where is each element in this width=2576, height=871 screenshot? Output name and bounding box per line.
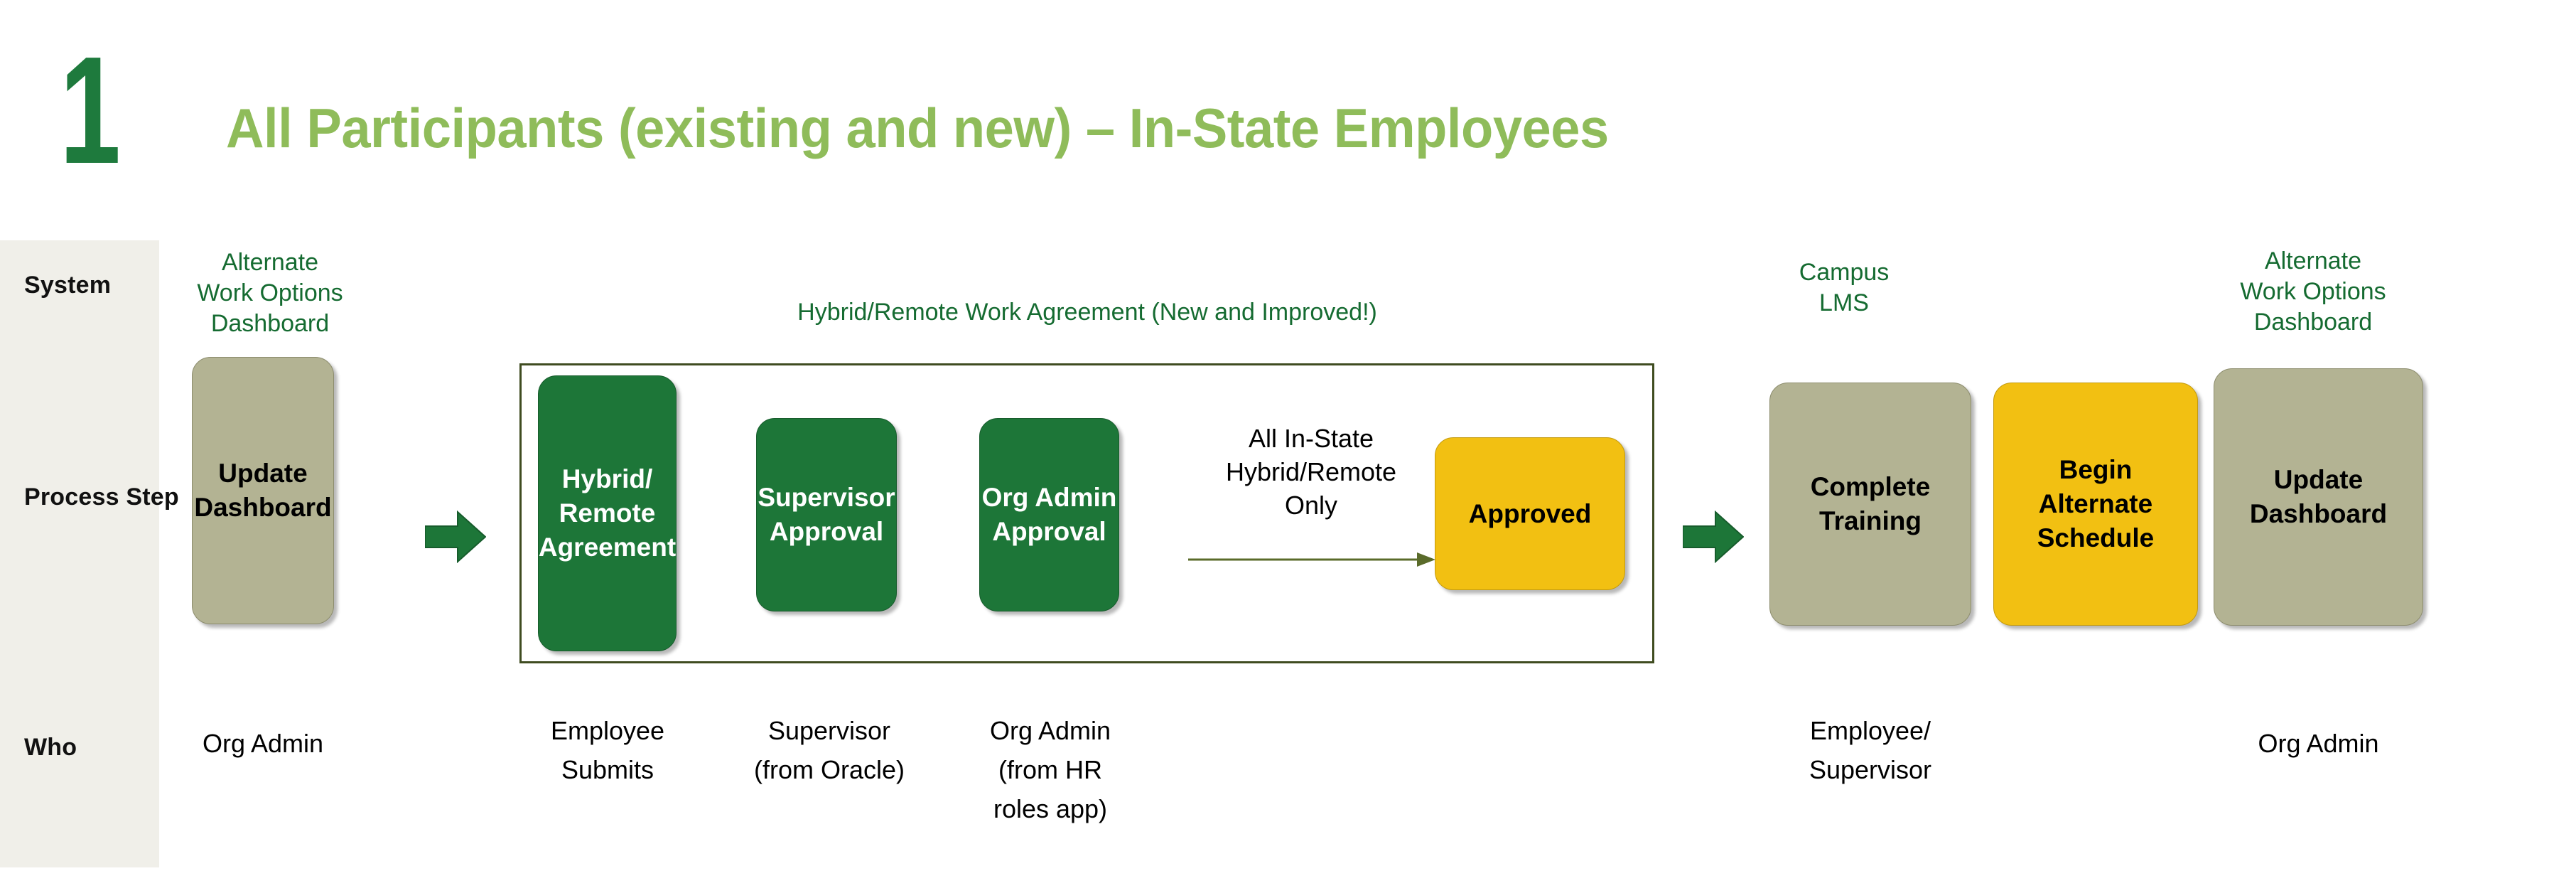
flow-arrow-right-icon-2 — [1683, 511, 1744, 563]
system-caption-campus-lms: Campus LMS — [1799, 259, 1890, 316]
process-box-approved[interactable]: Approved — [1435, 437, 1625, 590]
who-label-org-admin-from-hr-roles-app: Org Admin (from HR roles app) — [989, 716, 1111, 823]
condition-connector-arrow-icon — [1188, 551, 1435, 568]
condition-label-all-in-state-hybrid-remote-only: All In-State Hybrid/Remote Only — [1225, 424, 1397, 520]
flow-arrow-right-icon-1 — [425, 511, 486, 563]
who-label-org-admin-start: Org Admin — [202, 729, 324, 758]
who-label-org-admin-end: Org Admin — [2258, 729, 2379, 758]
process-box-org-admin-approval[interactable]: Org Admin Approval — [979, 418, 1119, 611]
rail-label-system: System — [24, 272, 112, 299]
who-label-supervisor-from-oracle: Supervisor (from Oracle) — [753, 716, 905, 784]
process-box-update-dashboard-end[interactable]: Update Dashboard — [2214, 368, 2423, 626]
process-box-complete-training[interactable]: Complete Training — [1769, 383, 1971, 626]
rail-label-process-step: Process Step — [24, 483, 179, 511]
row-label-rail — [0, 240, 159, 867]
who-label-employee-submits: Employee Submits — [550, 716, 665, 784]
step-number: 1 — [59, 24, 121, 196]
page-title: All Participants (existing and new) – In… — [226, 97, 1609, 159]
process-box-begin-alternate-schedule[interactable]: Begin Alternate Schedule — [1993, 383, 2198, 626]
who-label-employee-supervisor: Employee/ Supervisor — [1809, 716, 1932, 784]
process-box-update-dashboard-start[interactable]: Update Dashboard — [192, 357, 334, 624]
system-caption-alternate-work-options-dashboard-right: Alternate Work Options Dashboard — [2240, 247, 2386, 336]
system-caption-alternate-work-options-dashboard-left: Alternate Work Options Dashboard — [197, 249, 343, 337]
process-box-supervisor-approval[interactable]: Supervisor Approval — [756, 418, 897, 611]
group-caption-hybrid-remote-work-agreement: Hybrid/Remote Work Agreement (New and Im… — [797, 299, 1377, 326]
process-box-hybrid-remote-agreement[interactable]: Hybrid/ Remote Agreement — [538, 375, 677, 651]
rail-label-who: Who — [24, 734, 77, 761]
